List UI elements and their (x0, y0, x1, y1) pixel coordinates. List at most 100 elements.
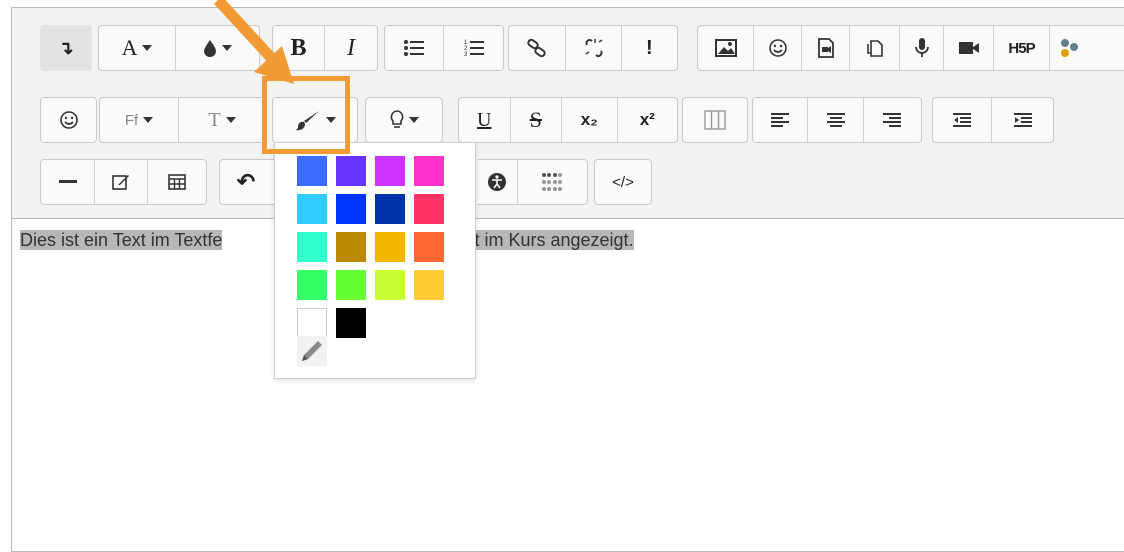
color-swatch[interactable] (297, 156, 327, 186)
color-palette-dropdown (274, 142, 476, 379)
font-group: Ff T (99, 97, 266, 143)
files-icon (866, 40, 883, 57)
color-swatch[interactable] (297, 232, 327, 262)
color-swatch[interactable] (414, 194, 444, 224)
chevron-down-icon (225, 117, 236, 123)
color-swatch[interactable] (375, 194, 405, 224)
background-color-button[interactable] (176, 26, 259, 70)
horizontal-rule-button[interactable] (41, 160, 96, 204)
outdent-button[interactable] (933, 98, 993, 142)
insert-media-button[interactable] (802, 26, 850, 70)
color-swatch[interactable] (375, 232, 405, 262)
color-swatch[interactable] (336, 232, 366, 262)
ordered-list-button[interactable]: 1 2 3 (444, 26, 503, 70)
record-video-button[interactable] (944, 26, 994, 70)
align-center-icon (826, 113, 845, 127)
align-center-button[interactable] (808, 98, 864, 142)
chevron-down-icon (408, 117, 419, 123)
image-icon (714, 39, 737, 57)
align-right-button[interactable] (864, 98, 921, 142)
more-plugins-button[interactable] (1050, 26, 1090, 70)
numbered-list-icon: 1 2 3 (464, 40, 484, 58)
font-style-group: A (98, 25, 260, 71)
font-size-button[interactable]: T (179, 98, 265, 142)
undo-button[interactable]: ↶ (220, 160, 272, 204)
emoticon-button[interactable] (754, 26, 802, 70)
annotation-highlight-box (262, 76, 350, 154)
svg-text:3: 3 (464, 52, 468, 58)
link-icon (527, 38, 546, 58)
toolbar-collapse-group: ↴ (40, 25, 92, 71)
toolbar-collapse-button[interactable]: ↴ (40, 25, 92, 71)
columns-group (682, 97, 748, 143)
html-source-button[interactable]: </> (595, 160, 651, 204)
selected-text[interactable]: Dies ist ein Text im Textfe (20, 230, 223, 250)
bold-italic-group: B I (272, 25, 378, 71)
indent-group (932, 97, 1054, 143)
insert-table-button[interactable] (148, 160, 206, 204)
custom-color-button[interactable] (296, 335, 328, 367)
align-right-icon (883, 113, 902, 127)
horizontal-rule-icon (58, 180, 77, 183)
indent-button[interactable] (992, 98, 1053, 142)
unlink-button[interactable] (566, 26, 622, 70)
emoji-picker-button[interactable] (41, 98, 96, 142)
color-swatch[interactable] (297, 308, 327, 338)
color-swatch[interactable] (414, 232, 444, 262)
subscript-button[interactable]: x₂ (562, 98, 618, 142)
underline-button[interactable]: U (459, 98, 511, 142)
insert-image-button[interactable] (698, 26, 754, 70)
outdent-icon (953, 113, 972, 127)
lightbulb-button[interactable] (366, 98, 442, 142)
strikethrough-button[interactable]: S (511, 98, 563, 142)
italic-button[interactable]: I (325, 26, 377, 70)
columns-icon (704, 110, 726, 130)
accessibility-icon (488, 173, 507, 191)
lightbulb-icon (390, 110, 403, 128)
chevron-down-icon (222, 45, 233, 51)
manage-files-button[interactable] (850, 26, 900, 70)
record-audio-button[interactable] (900, 26, 944, 70)
color-swatch[interactable] (375, 270, 405, 300)
table-icon (168, 174, 186, 190)
color-swatch[interactable] (297, 270, 327, 300)
color-swatch[interactable] (414, 156, 444, 186)
smiley-icon (768, 39, 787, 57)
screenreader-helper-button[interactable] (518, 160, 587, 204)
align-group (752, 97, 922, 143)
accessibility-group (478, 159, 588, 205)
exclamation-icon[interactable]: ! (622, 26, 677, 70)
edit-icon (112, 175, 130, 190)
clean-group (365, 97, 443, 143)
microphone-icon (914, 38, 929, 57)
superscript-button[interactable]: x² (618, 98, 677, 142)
h5p-button[interactable]: H5P (994, 26, 1050, 70)
bullet-list-icon (404, 40, 424, 56)
font-family-label: Ff (124, 111, 139, 129)
emoji-group (40, 97, 97, 143)
columns-button[interactable] (683, 98, 747, 142)
text-editor: ↴ A B I 1 2 3 ! H5P Ff T U S x₂ x² ↶ </>… (11, 7, 1124, 552)
align-left-icon (771, 113, 790, 127)
bold-button[interactable]: B (273, 26, 326, 70)
accessibility-checker-button[interactable] (478, 160, 518, 204)
align-left-button[interactable] (753, 98, 809, 142)
edit-button[interactable] (95, 160, 148, 204)
braille-icon (542, 173, 563, 191)
color-swatch[interactable] (336, 270, 366, 300)
font-color-letter: A (121, 35, 138, 60)
font-color-button[interactable]: A (99, 26, 177, 70)
link-button[interactable] (509, 26, 567, 70)
video-camera-icon (958, 42, 979, 54)
link-group: ! (508, 25, 678, 71)
color-swatch[interactable] (336, 308, 366, 338)
color-swatch[interactable] (375, 156, 405, 186)
chevron-down-icon (142, 45, 153, 51)
color-swatch[interactable] (336, 194, 366, 224)
color-swatch[interactable] (414, 270, 444, 300)
font-family-button[interactable]: Ff (100, 98, 180, 142)
color-swatch[interactable] (336, 156, 366, 186)
color-swatch[interactable] (297, 194, 327, 224)
unordered-list-button[interactable] (385, 26, 445, 70)
insert-group (40, 159, 207, 205)
